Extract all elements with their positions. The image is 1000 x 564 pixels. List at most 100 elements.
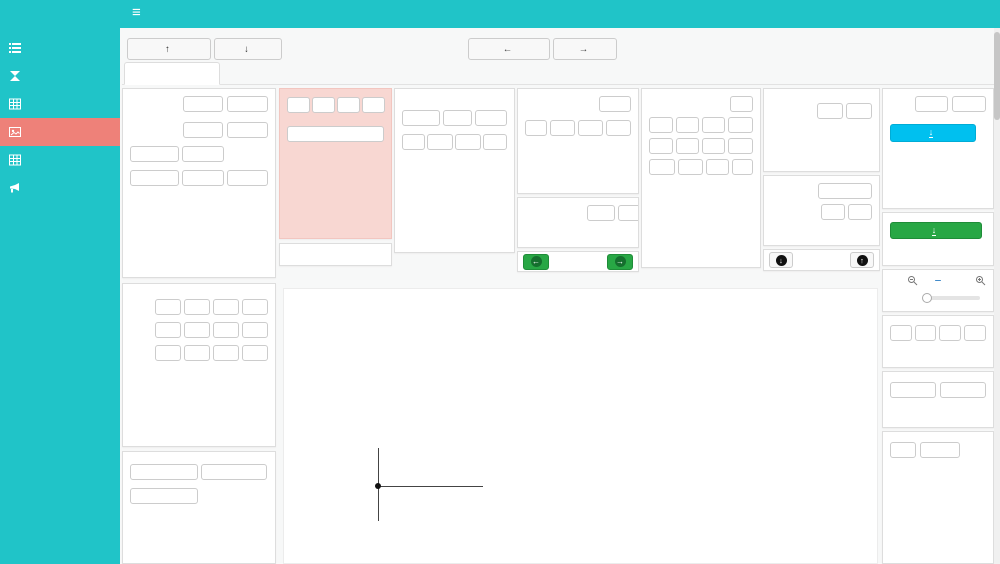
example-prev-button[interactable]: ← bbox=[523, 254, 549, 270]
exprotein-input[interactable] bbox=[201, 464, 267, 480]
hamburger-icon[interactable]: ≡ bbox=[120, 0, 153, 25]
hide-factor-input[interactable] bbox=[475, 110, 507, 126]
legend-separ-input[interactable] bbox=[182, 170, 223, 186]
zoom-out-icon[interactable] bbox=[907, 275, 918, 286]
example-next-button[interactable]: → bbox=[607, 254, 633, 270]
fonts-smaller-button[interactable]: ↓ bbox=[769, 252, 793, 268]
hol-sep-input[interactable] bbox=[618, 205, 639, 221]
absolute-input[interactable] bbox=[846, 103, 872, 119]
left-notes-x[interactable] bbox=[213, 322, 239, 338]
min-tick-input[interactable] bbox=[730, 96, 753, 112]
upleft-notes-style[interactable] bbox=[184, 345, 210, 361]
zoom-slider-track[interactable] bbox=[924, 296, 980, 300]
sidebar-item-parameters-plot[interactable] bbox=[0, 118, 120, 146]
sq-chr-input[interactable] bbox=[848, 204, 872, 220]
legend-remove-regex-input[interactable] bbox=[183, 122, 224, 138]
height-space-input[interactable] bbox=[550, 120, 574, 136]
for-um-input[interactable] bbox=[676, 138, 699, 154]
group-label-input[interactable] bbox=[599, 96, 631, 112]
chr-label-input[interactable] bbox=[443, 110, 473, 126]
zoom-in-icon[interactable] bbox=[975, 275, 986, 286]
right-notes-size[interactable] bbox=[155, 299, 181, 315]
previous-tab-button[interactable]: ← bbox=[468, 38, 550, 60]
remove-pattern-input[interactable] bbox=[402, 110, 440, 126]
marks-color-input[interactable] bbox=[337, 97, 360, 113]
left-notes-style[interactable] bbox=[184, 322, 210, 338]
next-page-button[interactable]: ↓ bbox=[214, 38, 282, 60]
sidebar-item-dataframes[interactable] bbox=[0, 90, 120, 118]
tab-code[interactable] bbox=[272, 62, 318, 85]
group-spacing-input[interactable] bbox=[455, 134, 481, 150]
ind-font-size-input[interactable] bbox=[890, 442, 916, 458]
ruler-pos-input[interactable] bbox=[676, 117, 699, 133]
height-ratio-input[interactable] bbox=[952, 96, 986, 112]
centr-color-input[interactable] bbox=[287, 97, 310, 113]
move-vertical-input[interactable] bbox=[940, 382, 986, 398]
colors-panel bbox=[279, 88, 392, 239]
chromosomes-panel bbox=[394, 88, 515, 253]
legend-font-size-input[interactable] bbox=[130, 170, 179, 186]
for-cm-input[interactable] bbox=[702, 138, 725, 154]
download-presets-button[interactable]: ↓ bbox=[890, 222, 982, 239]
legend-width-input[interactable] bbox=[183, 96, 224, 112]
tab-log[interactable] bbox=[226, 62, 266, 85]
title-pos-input[interactable] bbox=[702, 117, 725, 133]
modify-input[interactable] bbox=[817, 103, 843, 119]
margin-right-input[interactable] bbox=[964, 325, 986, 341]
next-tab-button[interactable]: → bbox=[553, 38, 617, 60]
horiz-spacing-input[interactable] bbox=[427, 134, 453, 150]
approx-input[interactable] bbox=[649, 117, 673, 133]
remove-completely-input[interactable] bbox=[130, 146, 179, 162]
chr-width-input[interactable] bbox=[402, 134, 425, 150]
for-mb-input[interactable] bbox=[728, 138, 753, 154]
upleft-notes-y[interactable] bbox=[242, 345, 268, 361]
zoom-slider-handle[interactable] bbox=[922, 293, 932, 303]
circle-arrow-left-icon: ← bbox=[531, 256, 542, 267]
fonts-bigger-button[interactable]: ↑ bbox=[850, 252, 874, 268]
vert-separ-input[interactable] bbox=[578, 120, 603, 136]
upleft-notes-x[interactable] bbox=[213, 345, 239, 361]
title-fs-input[interactable] bbox=[732, 159, 753, 175]
scrollbar-thumb[interactable] bbox=[994, 32, 1000, 120]
tab-parameters-plot[interactable] bbox=[124, 62, 220, 85]
width-pct-input[interactable] bbox=[915, 96, 948, 112]
legend-vert-pos-input[interactable] bbox=[227, 170, 268, 186]
protruding-input[interactable] bbox=[130, 464, 198, 480]
numbers-fs-input[interactable] bbox=[706, 159, 729, 175]
separation-input[interactable] bbox=[587, 205, 615, 221]
horiz-separ-input[interactable] bbox=[606, 120, 631, 136]
right-notes-y[interactable] bbox=[242, 299, 268, 315]
download-plot-button[interactable]: ↓ bbox=[890, 124, 976, 142]
squared-input[interactable] bbox=[818, 183, 872, 199]
marks-colors-input[interactable] bbox=[287, 126, 384, 142]
upleft-notes-size[interactable] bbox=[155, 345, 181, 361]
left-notes-size[interactable] bbox=[155, 322, 181, 338]
chr-color-input[interactable] bbox=[312, 97, 335, 113]
margin-left-input[interactable] bbox=[939, 325, 961, 341]
legend-split-sq-input[interactable] bbox=[227, 122, 268, 138]
chr-border-color-input[interactable] bbox=[362, 97, 385, 113]
sidebar-item-examples[interactable] bbox=[0, 34, 120, 62]
chr-sep-input[interactable] bbox=[920, 442, 959, 458]
margin-bottom-input[interactable] bbox=[890, 325, 912, 341]
right-notes-x[interactable] bbox=[213, 299, 239, 315]
left-notes-y[interactable] bbox=[242, 322, 268, 338]
right-notes-style[interactable] bbox=[184, 299, 210, 315]
move-horiz-input[interactable] bbox=[890, 382, 936, 398]
sidebar-item-stats[interactable] bbox=[0, 146, 120, 174]
ticks-input[interactable] bbox=[649, 159, 675, 175]
interval-title-input[interactable] bbox=[649, 138, 673, 154]
sq-marks-input[interactable] bbox=[821, 204, 845, 220]
chromatids-panel bbox=[517, 197, 639, 248]
kar-height-input[interactable] bbox=[525, 120, 547, 136]
thresh-input[interactable] bbox=[678, 159, 703, 175]
numbers-pos-input[interactable] bbox=[728, 117, 753, 133]
arrowhead-input[interactable] bbox=[130, 488, 198, 504]
legend-height-input[interactable] bbox=[227, 96, 268, 112]
border-width-input[interactable] bbox=[483, 134, 507, 150]
margin-top-input[interactable] bbox=[915, 325, 935, 341]
sidebar-item-nucleotides[interactable] bbox=[0, 62, 120, 90]
previous-page-button[interactable]: ↑ bbox=[127, 38, 211, 60]
ban-labels-input[interactable] bbox=[182, 146, 223, 162]
sidebar-item-about[interactable] bbox=[0, 174, 120, 202]
